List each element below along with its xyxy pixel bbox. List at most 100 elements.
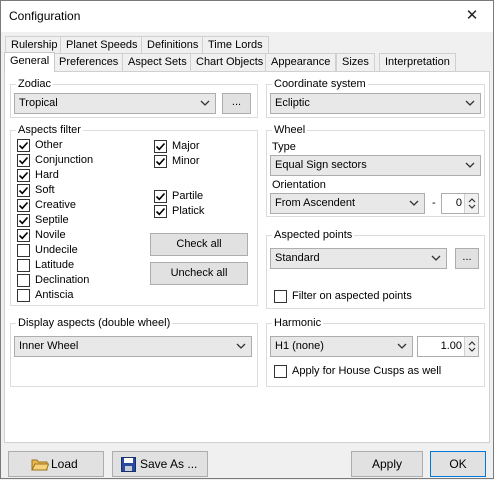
check-all-button[interactable]: Check all	[150, 233, 248, 256]
filter-aspected-points-checkbox[interactable]: Filter on aspected points	[274, 289, 454, 303]
apply-button[interactable]: Apply	[351, 451, 423, 477]
aspects-filter-group: Aspects filter Other Conjunction Hard Soft C…	[10, 123, 258, 306]
wheel-legend: Wheel	[272, 123, 308, 137]
aspect-soft-checkbox[interactable]: Soft	[17, 183, 137, 197]
ok-button[interactable]: OK	[430, 451, 486, 477]
floppy-disk-icon	[121, 456, 136, 480]
chevron-down-icon	[464, 156, 476, 175]
aspect-partile-label: Partile	[172, 190, 204, 202]
display-aspects-value: Inner Wheel	[19, 340, 79, 352]
aspect-platick-label: Platick	[172, 205, 205, 217]
tab-chart-objects[interactable]: Chart Objects	[190, 53, 270, 71]
aspect-major-label: Major	[172, 140, 200, 152]
load-label: Load	[51, 457, 78, 471]
wheel-orientation-label: Orientation	[272, 179, 326, 191]
general-tab-panel: Zodiac Tropical ... Aspects filter Other…	[4, 71, 490, 443]
aspect-creative-checkbox[interactable]: Creative	[17, 198, 137, 212]
title-bar: Configuration ✕	[1, 1, 493, 32]
close-button[interactable]: ✕	[451, 1, 493, 32]
aspect-antiscia-checkbox[interactable]: Antiscia	[17, 288, 137, 302]
harmonic-group: Harmonic H1 (none) 1.00 Apply for House …	[266, 316, 485, 387]
tab-general[interactable]: General	[4, 52, 56, 72]
harmonic-legend: Harmonic	[272, 316, 324, 330]
wheel-orientation-select[interactable]: From Ascendent	[270, 193, 425, 214]
harmonic-number-stepper[interactable]: 1.00	[417, 336, 479, 357]
wheel-group: Wheel Type Equal Sign sectors Orientatio…	[266, 123, 485, 217]
chevron-down-icon	[430, 249, 442, 268]
configuration-window: Configuration ✕ Rulership Planet Speeds …	[0, 0, 494, 479]
aspected-points-select[interactable]: Standard	[270, 248, 447, 269]
coordinate-system-group: Coordinate system Ecliptic	[266, 77, 485, 118]
wheel-offset-stepper[interactable]: 0	[441, 193, 479, 214]
display-aspects-legend: Display aspects (double wheel)	[16, 316, 173, 330]
tab-interpretation[interactable]: Interpretation	[379, 53, 456, 71]
aspect-minor-checkbox[interactable]: Minor	[154, 154, 244, 168]
aspected-points-more-button[interactable]: ...	[455, 248, 479, 269]
harmonic-select[interactable]: H1 (none)	[270, 336, 413, 357]
aspect-conjunction-checkbox[interactable]: Conjunction	[17, 153, 137, 167]
checkbox-box	[17, 244, 30, 257]
aspect-hard-checkbox[interactable]: Hard	[17, 168, 137, 182]
save-as-button[interactable]: Save As ...	[112, 451, 208, 477]
aspect-latitude-checkbox[interactable]: Latitude	[17, 258, 137, 272]
aspect-declination-checkbox[interactable]: Declination	[17, 273, 137, 287]
aspect-soft-label: Soft	[35, 184, 55, 196]
uncheck-all-button[interactable]: Uncheck all	[150, 262, 248, 285]
tab-aspect-sets[interactable]: Aspect Sets	[122, 53, 193, 71]
aspect-undecile-label: Undecile	[35, 244, 78, 256]
spin-arrows-icon[interactable]	[464, 194, 478, 213]
check-mark-icon	[17, 229, 30, 242]
check-mark-icon	[17, 139, 30, 152]
aspected-points-legend: Aspected points	[272, 228, 355, 242]
apply-house-cusps-label: Apply for House Cusps as well	[292, 365, 442, 377]
aspect-septile-label: Septile	[35, 214, 69, 226]
chevron-down-icon	[199, 94, 211, 113]
coordinate-system-value: Ecliptic	[275, 97, 310, 109]
aspected-points-value: Standard	[275, 252, 320, 264]
check-mark-icon	[17, 184, 30, 197]
aspect-antiscia-label: Antiscia	[35, 289, 74, 301]
tab-sizes[interactable]: Sizes	[336, 53, 375, 71]
check-mark-icon	[17, 154, 30, 167]
window-title: Configuration	[9, 9, 81, 23]
tab-planet-speeds[interactable]: Planet Speeds	[60, 36, 144, 54]
wheel-offset-value: 0	[455, 197, 462, 209]
aspect-declination-label: Declination	[35, 274, 90, 286]
aspect-partile-checkbox[interactable]: Partile	[154, 189, 244, 203]
aspect-other-checkbox[interactable]: Other	[17, 138, 137, 152]
aspect-creative-label: Creative	[35, 199, 76, 211]
zodiac-select[interactable]: Tropical	[14, 93, 216, 114]
zodiac-more-button[interactable]: ...	[222, 93, 251, 114]
coordinate-system-select[interactable]: Ecliptic	[270, 93, 481, 114]
tab-appearance[interactable]: Appearance	[265, 53, 337, 71]
aspect-novile-label: Novile	[35, 229, 66, 241]
check-mark-icon	[17, 214, 30, 227]
wheel-orientation-value: From Ascendent	[275, 197, 356, 209]
chevron-down-icon	[396, 337, 408, 356]
spin-arrows-icon[interactable]	[464, 337, 478, 356]
wheel-type-value: Equal Sign sectors	[275, 159, 367, 171]
display-aspects-select[interactable]: Inner Wheel	[14, 336, 252, 357]
harmonic-value: H1 (none)	[275, 340, 324, 352]
save-as-label: Save As ...	[140, 457, 198, 471]
chevron-down-icon	[464, 94, 476, 113]
wheel-type-select[interactable]: Equal Sign sectors	[270, 155, 481, 176]
checkbox-box	[274, 290, 287, 303]
aspect-undecile-checkbox[interactable]: Undecile	[17, 243, 137, 257]
close-icon: ✕	[465, 7, 479, 24]
aspect-other-label: Other	[35, 139, 63, 151]
apply-house-cusps-checkbox[interactable]: Apply for House Cusps as well	[274, 364, 464, 378]
tab-definitions[interactable]: Definitions	[141, 36, 205, 54]
aspect-latitude-label: Latitude	[35, 259, 75, 271]
checkbox-box	[274, 365, 287, 378]
display-aspects-group: Display aspects (double wheel) Inner Whe…	[10, 316, 258, 387]
wheel-offset-sign: -	[432, 197, 436, 209]
tab-preferences[interactable]: Preferences	[53, 53, 125, 71]
aspect-major-checkbox[interactable]: Major	[154, 139, 244, 153]
aspect-septile-checkbox[interactable]: Septile	[17, 213, 137, 227]
load-button[interactable]: Load	[8, 451, 104, 477]
zodiac-legend: Zodiac	[16, 77, 54, 91]
aspect-platick-checkbox[interactable]: Platick	[154, 204, 244, 218]
tab-time-lords[interactable]: Time Lords	[202, 36, 269, 54]
aspect-novile-checkbox[interactable]: Novile	[17, 228, 137, 242]
